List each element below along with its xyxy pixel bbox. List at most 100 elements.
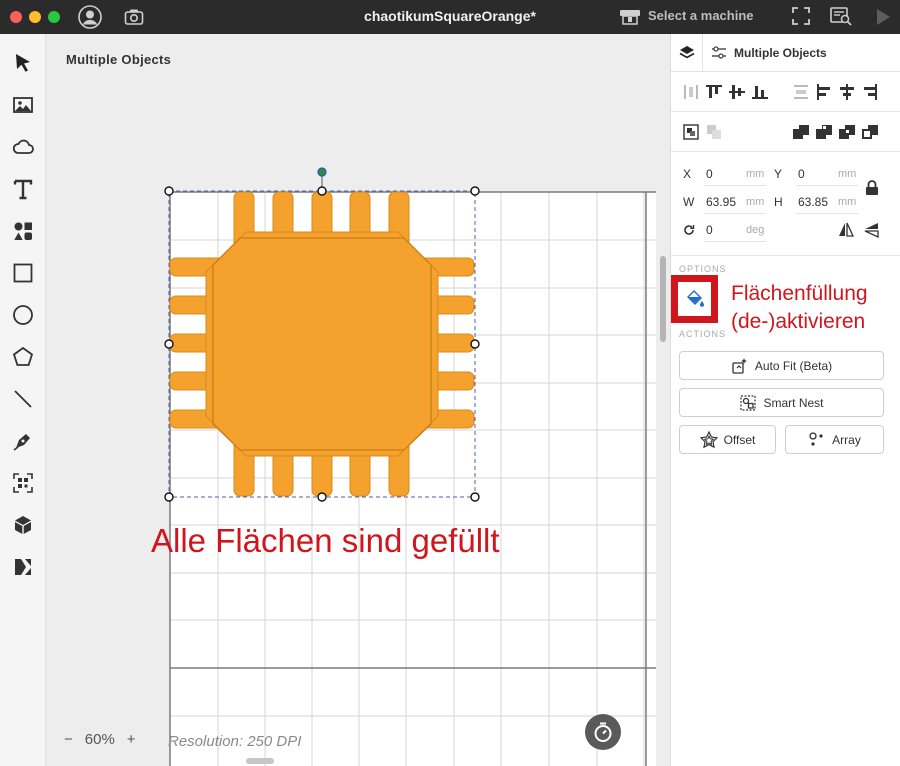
h-unit: mm: [838, 196, 857, 208]
polygon-icon: [12, 346, 34, 366]
resize-handle-bottom-right[interactable]: [470, 492, 480, 502]
w-input[interactable]: 63.95: [706, 195, 736, 209]
distribute-vertical-icon[interactable]: [792, 83, 810, 101]
select-machine-button[interactable]: Select a machine: [648, 8, 754, 23]
rectangle-tool[interactable]: [8, 258, 38, 288]
3d-tool[interactable]: [8, 510, 38, 540]
align-left-icon[interactable]: [815, 83, 833, 101]
align-row: [671, 72, 900, 112]
qr-code-tool[interactable]: [8, 468, 38, 498]
smart-nest-label: Smart Nest: [763, 395, 824, 410]
rotation-input[interactable]: 0: [706, 223, 713, 237]
w-label: W: [683, 195, 695, 209]
line-tool[interactable]: [8, 384, 38, 414]
resize-handle-top-left[interactable]: [164, 186, 174, 196]
align-center-icon[interactable]: [838, 83, 856, 101]
polygon-tool[interactable]: [8, 342, 38, 372]
design-canvas[interactable]: Multiple Objects Alle Flächen sind gefül…: [46, 34, 670, 766]
design-space-icon: [15, 559, 31, 575]
image-tool[interactable]: [8, 90, 38, 120]
bring-to-front-icon[interactable]: [792, 123, 810, 141]
3d-box-icon: [15, 516, 31, 534]
auto-fit-icon: [732, 357, 747, 374]
send-backward-icon[interactable]: [838, 123, 856, 141]
array-label: Array: [832, 432, 861, 447]
actions-label: ACTIONS: [679, 329, 727, 339]
resize-handle-top-right[interactable]: [470, 186, 480, 196]
resize-handle-left[interactable]: [164, 339, 174, 349]
offset-label: Offset: [723, 432, 756, 447]
y-label: Y: [774, 167, 783, 181]
select-tool[interactable]: [8, 48, 38, 78]
cutting-mat[interactable]: [46, 34, 670, 766]
transform-fields: X 0 mm Y 0 mm W 63.95 mm H 63.85 mm 0 de…: [671, 152, 900, 256]
resize-handle-right[interactable]: [470, 339, 480, 349]
array-icon: [809, 431, 823, 446]
h-label: H: [774, 195, 783, 209]
x-input[interactable]: 0: [706, 167, 713, 181]
lock-icon[interactable]: [865, 180, 879, 196]
align-bottom-icon[interactable]: [751, 83, 769, 101]
design-space-tool[interactable]: [8, 552, 38, 582]
bring-forward-icon[interactable]: [815, 123, 833, 141]
x-label: X: [683, 167, 692, 181]
y-unit: mm: [838, 168, 857, 180]
timer-button[interactable]: [585, 714, 621, 750]
ellipse-tool[interactable]: [8, 300, 38, 330]
annotation-all-filled: Alle Flächen sind gefüllt: [151, 522, 500, 559]
text-tool[interactable]: [8, 174, 38, 204]
panel-header: Multiple Objects: [671, 34, 900, 72]
align-middle-icon[interactable]: [728, 83, 746, 101]
document-title: chaotikumSquareOrange*: [364, 8, 536, 24]
h-underline: [796, 213, 858, 214]
rectangle-icon: [13, 263, 33, 283]
zoom-in-button[interactable]: +: [127, 731, 136, 748]
layers-button[interactable]: [671, 34, 703, 72]
ungroup-icon[interactable]: [705, 123, 723, 141]
account-icon[interactable]: [78, 5, 102, 29]
flip-horizontal-icon[interactable]: [837, 221, 855, 239]
zoom-window-button[interactable]: [48, 11, 60, 23]
minimize-window-button[interactable]: [29, 11, 41, 23]
layers-icon: [679, 46, 694, 59]
h-input[interactable]: 63.85: [798, 195, 828, 209]
smart-nest-icon: [740, 394, 757, 411]
text-icon: [13, 179, 33, 200]
y-input[interactable]: 0: [798, 167, 805, 181]
paint-bucket-icon: [686, 290, 704, 307]
flip-vertical-icon[interactable]: [863, 221, 881, 239]
zoom-out-button[interactable]: −: [64, 731, 73, 748]
auto-fit-button[interactable]: Auto Fit (Beta): [679, 351, 884, 380]
rotate-handle[interactable]: [317, 167, 327, 177]
play-icon[interactable]: [875, 8, 891, 26]
preview-icon[interactable]: [830, 6, 852, 26]
align-right-icon[interactable]: [861, 83, 879, 101]
resize-handle-bottom[interactable]: [317, 492, 327, 502]
distribute-horizontal-icon[interactable]: [682, 83, 700, 101]
arrange-row: [671, 112, 900, 152]
fullscreen-icon[interactable]: [792, 7, 810, 25]
zoom-controls: − 60% +: [64, 731, 136, 748]
align-top-icon[interactable]: [705, 83, 723, 101]
cloud-tool[interactable]: [8, 132, 38, 162]
array-button[interactable]: Array: [785, 425, 884, 454]
camera-icon[interactable]: [124, 7, 144, 27]
pen-tool[interactable]: [8, 426, 38, 456]
shapes-tool[interactable]: [8, 216, 38, 246]
horizontal-scrollbar[interactable]: [246, 758, 274, 764]
x-underline: [704, 185, 766, 186]
line-icon: [14, 390, 32, 408]
smart-nest-button[interactable]: Smart Nest: [679, 388, 884, 417]
offset-button[interactable]: Offset: [679, 425, 776, 454]
resize-handle-top[interactable]: [317, 186, 327, 196]
annotation-fill-toggle-line1: Flächenfüllung: [731, 282, 868, 305]
vertical-scrollbar[interactable]: [660, 256, 666, 342]
machine-icon[interactable]: [619, 7, 641, 27]
group-icon[interactable]: [682, 123, 700, 141]
x-unit: mm: [746, 168, 765, 180]
properties-panel: Multiple Objects X 0 mm Y 0 mm W 63.95 m…: [670, 34, 900, 766]
resize-handle-bottom-left[interactable]: [164, 492, 174, 502]
close-window-button[interactable]: [10, 11, 22, 23]
send-to-back-icon[interactable]: [861, 123, 879, 141]
fill-toggle-button[interactable]: [671, 275, 718, 323]
